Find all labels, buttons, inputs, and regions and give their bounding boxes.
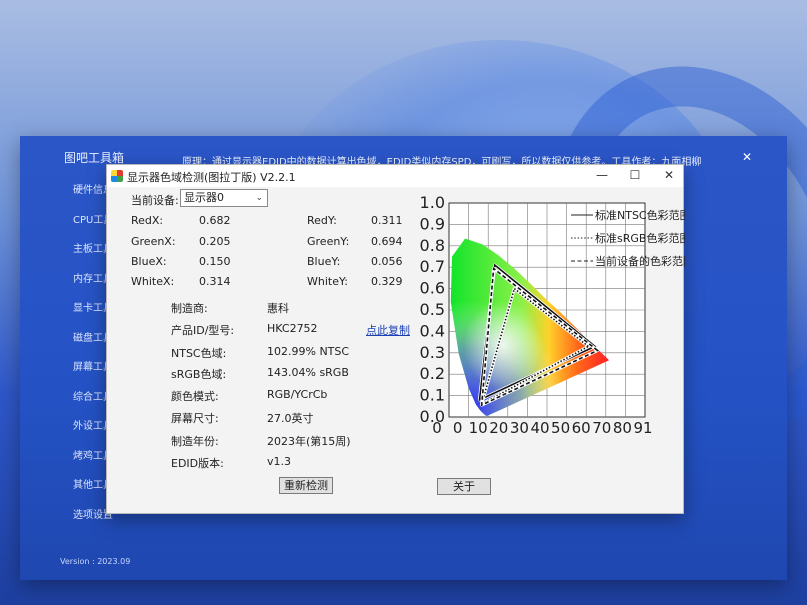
y-tick-label: 0.3 <box>420 343 445 362</box>
redy-label: RedY: <box>307 214 337 227</box>
y-tick-label: 0.1 <box>420 386 445 405</box>
cie-chart-svg: 1.00.90.80.70.60.50.40.30.20.10.0 0 0 10 20… <box>420 193 685 433</box>
chevron-down-icon: ⌄ <box>255 193 263 203</box>
about-button[interactable]: 关于 <box>437 478 491 495</box>
product-label: 产品ID/型号: <box>171 324 235 337</box>
ntsc-label: NTSC色域: <box>171 347 227 360</box>
whitey-value: 0.329 <box>371 275 403 288</box>
color-mode-value: RGB/YCrCb <box>267 388 328 401</box>
edid-label: EDID版本: <box>171 457 224 470</box>
dialog-title: 显示器色域检测(图拉丁版) V2.2.1 <box>127 171 296 184</box>
y-axis-ticks: 1.00.90.80.70.60.50.40.30.20.10.0 <box>420 193 445 426</box>
year-label: 制造年份: <box>171 435 219 448</box>
edid-value: v1.3 <box>267 455 292 468</box>
x-tick-label: 50 <box>551 419 570 433</box>
y-tick-label: 1.0 <box>420 193 445 212</box>
copy-link[interactable]: 点此复制 <box>366 322 410 338</box>
dialog-titlebar[interactable]: 显示器色域检测(图拉丁版) V2.2.1 — ☐ ✕ <box>107 165 683 187</box>
device-label: 当前设备: <box>131 194 179 207</box>
maker-label: 制造商: <box>171 302 208 315</box>
close-icon[interactable]: ✕ <box>660 168 678 182</box>
redx-label: RedX: <box>131 214 164 227</box>
version-label: Version : 2023.09 <box>60 557 131 566</box>
bluey-value: 0.056 <box>371 255 403 268</box>
redetect-button[interactable]: 重新检测 <box>279 477 333 494</box>
maximize-icon[interactable]: ☐ <box>626 168 644 182</box>
toolbox-close-icon[interactable]: ✕ <box>742 150 752 164</box>
gamut-dialog: 显示器色域检测(图拉丁版) V2.2.1 — ☐ ✕ 当前设备: 显示器0 ⌄ … <box>106 164 685 514</box>
y-tick-label: 0.5 <box>420 300 445 319</box>
srgb-value: 143.04% sRGB <box>267 366 349 379</box>
screen-size-value: 27.0英寸 <box>267 412 314 425</box>
product-value: HKC2752 <box>267 322 318 335</box>
cie-gamut-chart: 1.0 0.9 0.8 0.7 0.6 0.5 0.4 0.3 0.2 0.1 0.0 0 0 10 20… <box>415 193 685 433</box>
y-tick-label: 0.2 <box>420 364 445 383</box>
greenx-value: 0.205 <box>199 235 231 248</box>
greenx-label: GreenX: <box>131 235 176 248</box>
device-select[interactable]: 显示器0 ⌄ <box>180 189 268 207</box>
whitex-value: 0.314 <box>199 275 231 288</box>
whitey-label: WhiteY: <box>307 275 348 288</box>
y-tick-label: 0.4 <box>420 321 445 340</box>
redy-value: 0.311 <box>371 214 403 227</box>
x-tick-label: 20 <box>489 419 508 433</box>
legend-entry-1: 标准sRGB色彩范围 <box>595 231 685 245</box>
legend-entry-0: 标准NTSC色彩范围 <box>595 208 685 222</box>
year-value: 2023年(第15周) <box>267 435 351 448</box>
whitex-label: WhiteX: <box>131 275 175 288</box>
bluex-value: 0.150 <box>199 255 231 268</box>
y-tick-label: 0.8 <box>420 236 445 255</box>
x-tick-label: 80 <box>613 419 632 433</box>
device-select-value: 显示器0 <box>184 191 224 204</box>
color-mode-label: 颜色模式: <box>171 390 219 403</box>
redx-value: 0.682 <box>199 214 231 227</box>
x-tick-label: 40 <box>530 419 549 433</box>
y-tick-label: 0.9 <box>420 214 445 233</box>
x-tick-label: 91 <box>633 419 652 433</box>
minimize-icon[interactable]: — <box>593 168 611 182</box>
app-color-icon <box>111 170 123 182</box>
y-tick-label: 0.7 <box>420 257 445 276</box>
x-tick-label: 0 <box>453 419 463 433</box>
maker-value: 惠科 <box>267 302 289 315</box>
greeny-value: 0.694 <box>371 235 403 248</box>
x-tick-label: 60 <box>572 419 591 433</box>
bluex-label: BlueX: <box>131 255 167 268</box>
srgb-label: sRGB色域: <box>171 368 227 381</box>
bluey-label: BlueY: <box>307 255 341 268</box>
y-tick-label: 0.6 <box>420 279 445 298</box>
legend-entry-2: 当前设备的色彩范围 <box>595 254 685 268</box>
screen-size-label: 屏幕尺寸: <box>171 412 219 425</box>
x-tick-label: 70 <box>592 419 611 433</box>
x-tick-label: 0 <box>432 419 442 433</box>
x-tick-label: 10 <box>469 419 488 433</box>
x-axis-ticks: 0 0 10 20 30 40 50 60 70 80 91 <box>432 419 652 433</box>
x-tick-label: 30 <box>510 419 529 433</box>
ntsc-value: 102.99% NTSC <box>267 345 350 358</box>
greeny-label: GreenY: <box>307 235 350 248</box>
